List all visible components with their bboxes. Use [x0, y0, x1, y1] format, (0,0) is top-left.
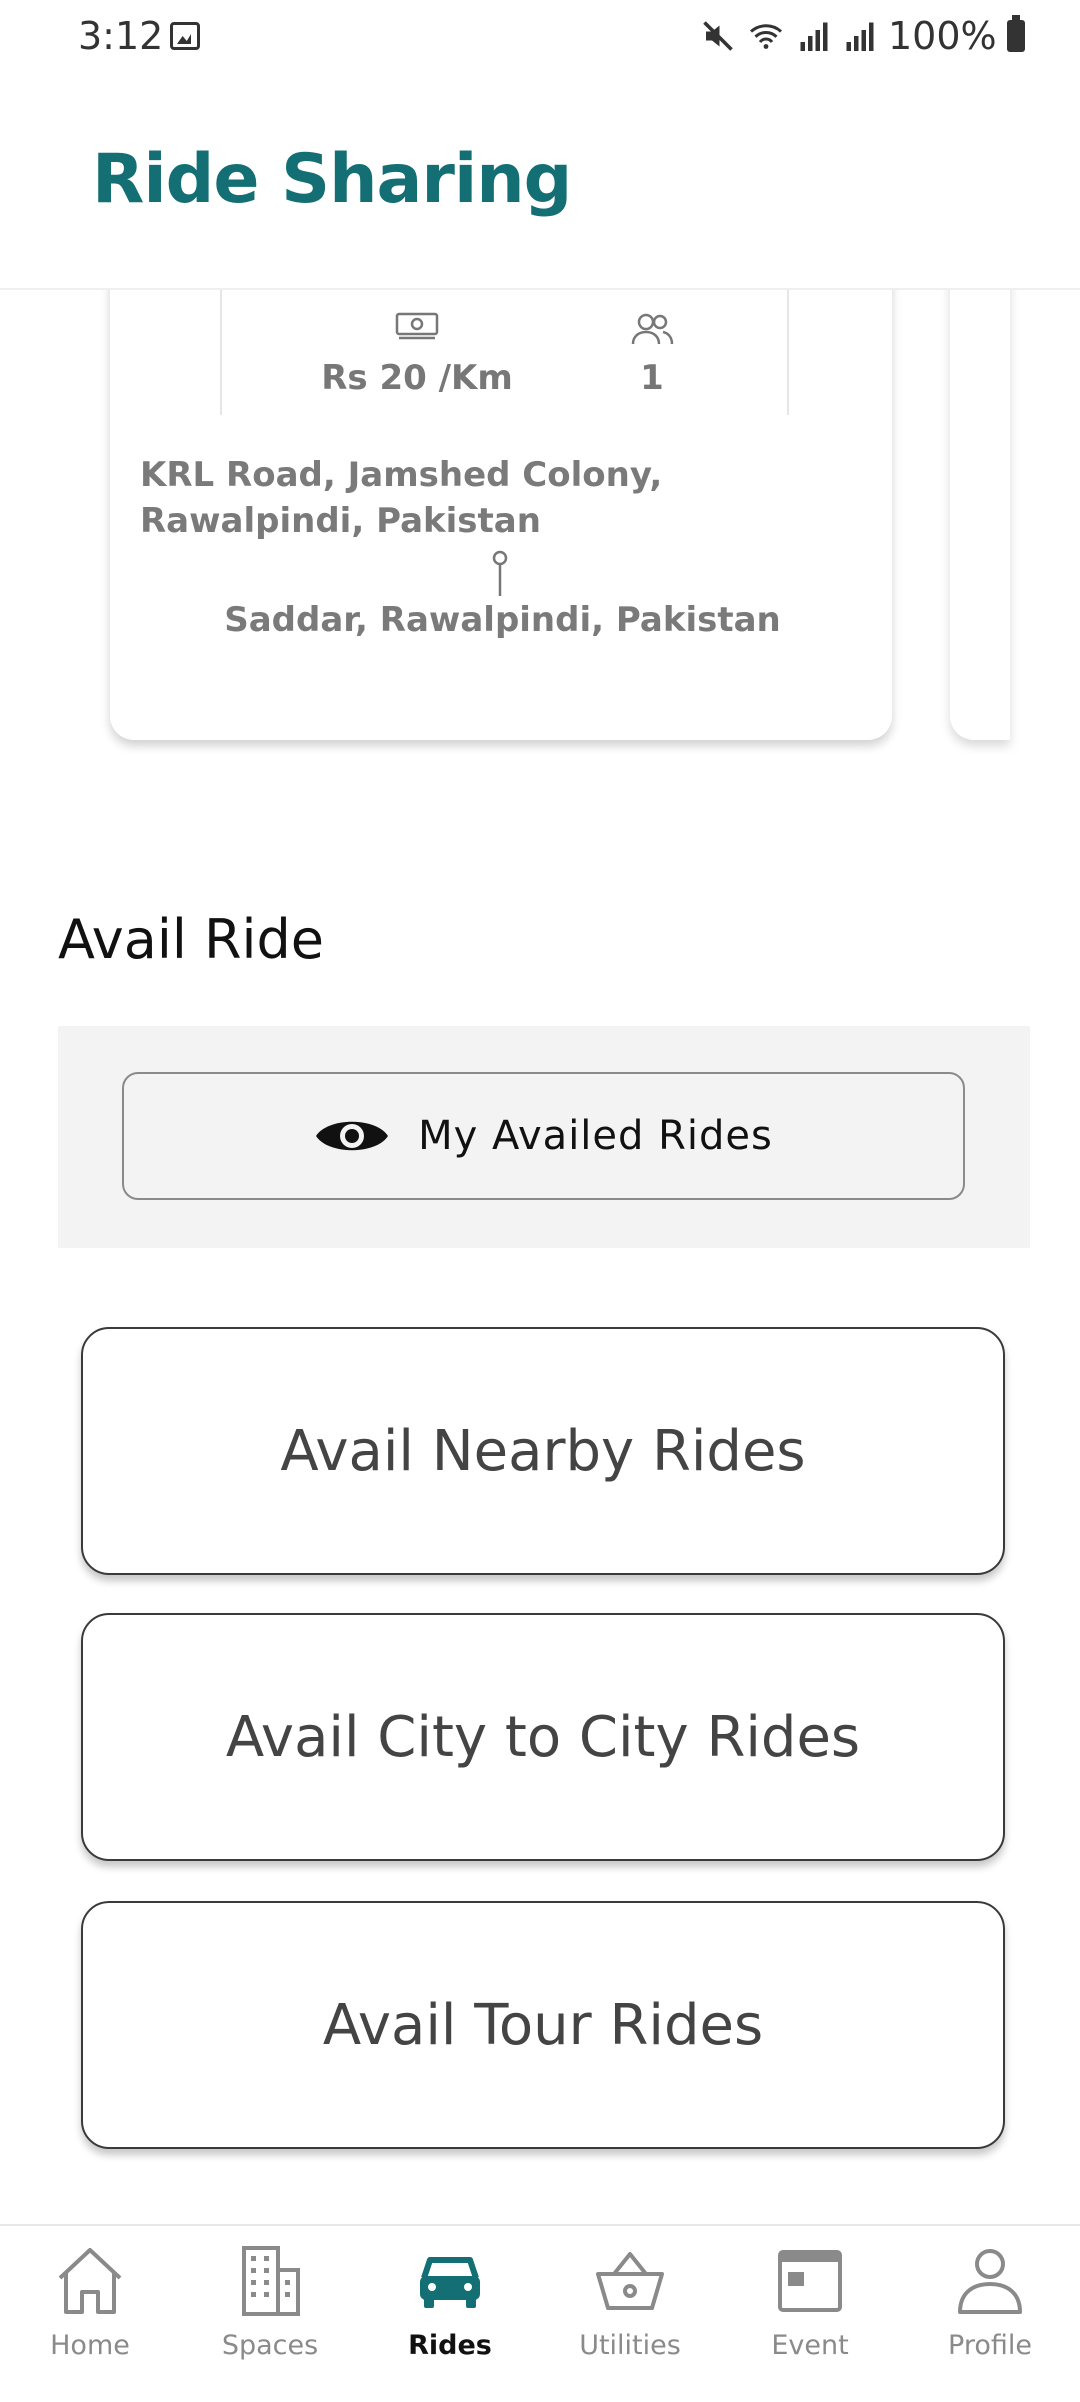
money-icon — [395, 312, 439, 340]
nav-item-utilities[interactable]: Utilities — [540, 2236, 720, 2386]
page-title: Ride Sharing — [92, 140, 572, 219]
basket-icon — [596, 2252, 664, 2310]
avail-nearby-rides-label: Avail Nearby Rides — [280, 1418, 806, 1484]
battery-icon — [1006, 15, 1025, 52]
avail-tour-rides-label: Avail Tour Rides — [322, 1992, 764, 2058]
person-icon — [958, 2249, 1022, 2314]
avail-city-to-city-rides-button[interactable]: Avail City to City Rides — [81, 1613, 1005, 1861]
nav-label-rides: Rides — [408, 2330, 492, 2361]
signal-icon — [800, 22, 828, 51]
avail-nearby-rides-button[interactable]: Avail Nearby Rides — [81, 1327, 1005, 1575]
people-icon — [631, 313, 674, 345]
ride-origin: KRL Road, Jamshed Colony, Rawalpindi, Pa… — [140, 455, 663, 541]
nav-label-profile: Profile — [948, 2330, 1032, 2361]
nav-label-utilities: Utilities — [579, 2330, 681, 2361]
nav-item-home[interactable]: Home — [0, 2236, 180, 2386]
gallery-notification-icon — [170, 22, 200, 50]
my-availed-rides-button[interactable]: My Availed Rides — [122, 1072, 965, 1200]
avail-tour-rides-button[interactable]: Avail Tour Rides — [81, 1901, 1005, 2149]
pin-icon — [492, 550, 508, 596]
calendar-icon — [778, 2250, 842, 2312]
ride-destination: Saddar, Rawalpindi, Pakistan — [224, 600, 781, 640]
nav-label-home: Home — [50, 2330, 130, 2361]
mute-icon — [703, 21, 733, 51]
my-availed-rides-label: My Availed Rides — [418, 1113, 773, 1159]
wifi-icon — [750, 24, 782, 49]
home-icon — [58, 2248, 122, 2314]
eye-icon — [316, 1121, 389, 1151]
car-icon — [420, 2257, 480, 2308]
nav-item-rides[interactable]: Rides — [360, 2236, 540, 2386]
battery-percent: 100% — [888, 14, 997, 58]
ride-seats: 1 — [640, 358, 664, 398]
nav-item-spaces[interactable]: Spaces — [180, 2236, 360, 2386]
section-title: Avail Ride — [58, 908, 325, 971]
status-time: 3:12 — [78, 14, 164, 58]
nav-item-profile[interactable]: Profile — [900, 2236, 1080, 2386]
nav-label-event: Event — [771, 2330, 849, 2361]
ride-price: Rs 20 /Km — [321, 358, 513, 398]
signal-icon-2 — [846, 22, 874, 51]
avail-city-to-city-rides-label: Avail City to City Rides — [225, 1704, 861, 1770]
nav-item-event[interactable]: Event — [720, 2236, 900, 2386]
status-icons: 100% — [700, 14, 1025, 58]
building-icon — [242, 2246, 300, 2316]
nav-label-spaces: Spaces — [221, 2330, 319, 2361]
